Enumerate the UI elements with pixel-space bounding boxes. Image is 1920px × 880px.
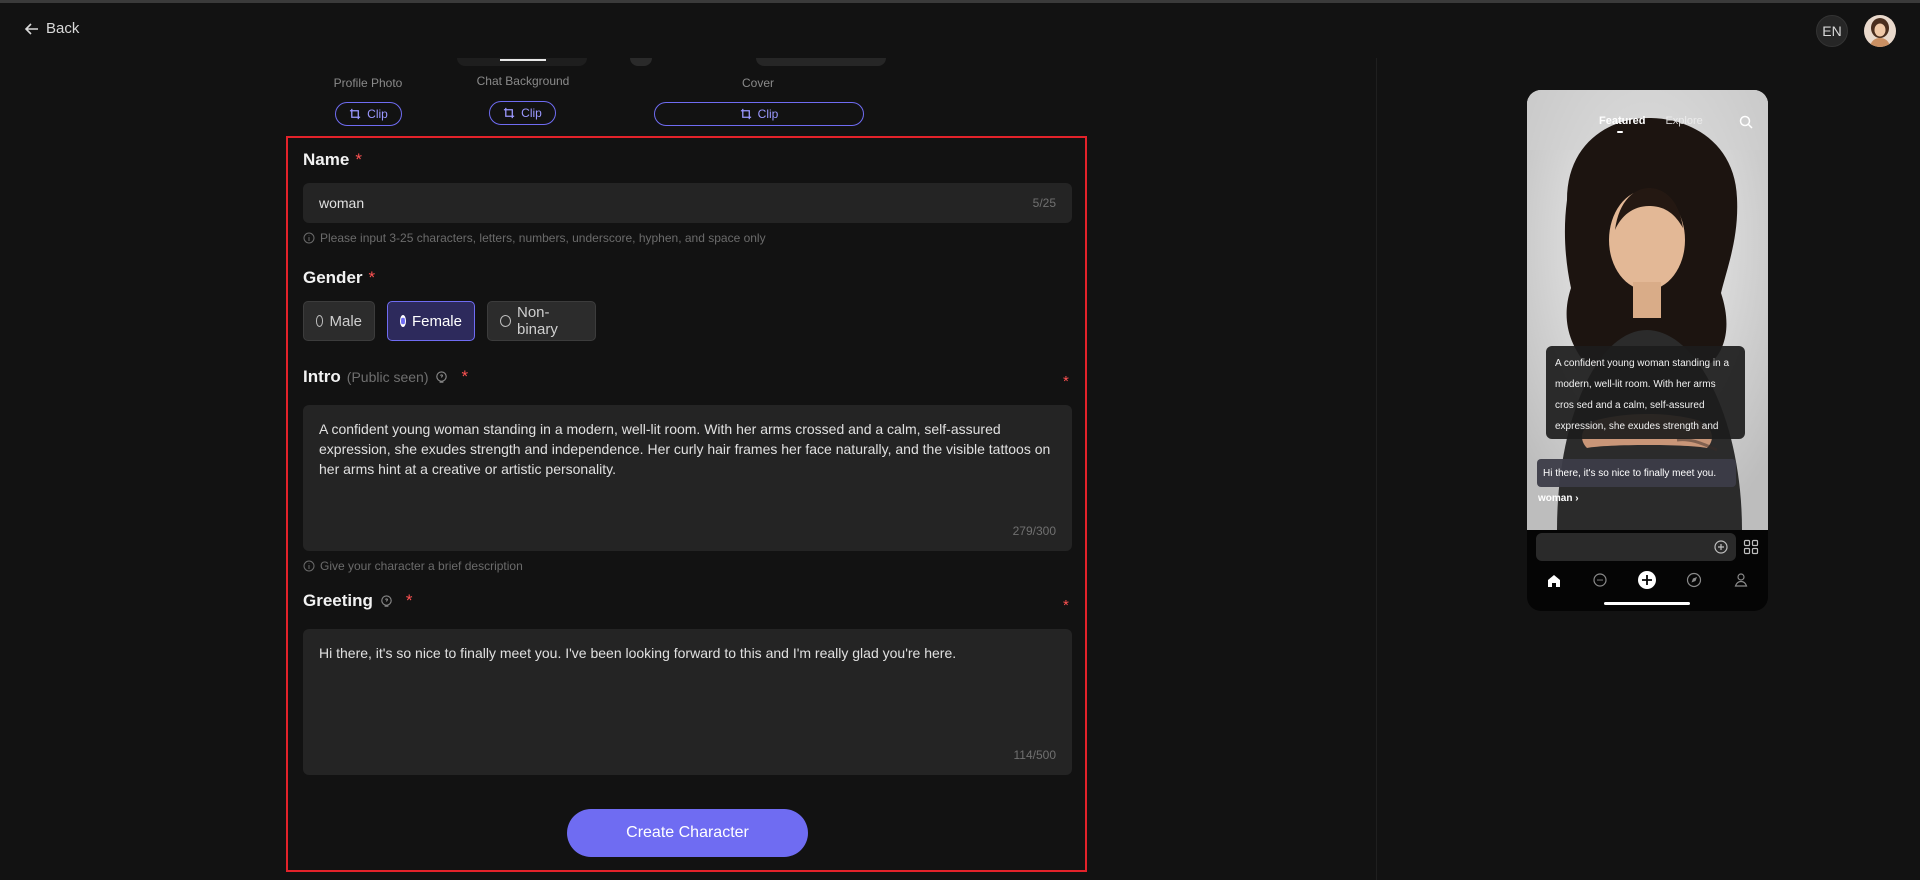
search-icon	[1739, 115, 1753, 129]
greeting-char-counter: 114/500	[1013, 748, 1057, 762]
mobile-preview: Featured Explore A confident young woman…	[1527, 90, 1768, 611]
preview-bottom-nav	[1548, 571, 1748, 589]
intro-textarea-value: A confident young woman standing in a mo…	[319, 421, 1051, 477]
intro-char-counter: 279/300	[1012, 524, 1056, 538]
preview-intro-card: A confident young woman standing in a mo…	[1546, 346, 1745, 439]
name-label-text: Name	[303, 150, 350, 169]
gender-label-text: Gender	[303, 268, 363, 287]
preview-character-name: woman ›	[1538, 493, 1579, 504]
crop-icon	[740, 108, 751, 119]
required-mark: *	[355, 150, 362, 169]
intro-label-text: Intro	[303, 367, 341, 386]
arrow-left-icon	[24, 22, 38, 35]
avatar-image	[1864, 15, 1896, 47]
gender-option-male[interactable]: Male	[303, 301, 375, 341]
preview-greeting-bubble: Hi there, it's so nice to finally meet y…	[1537, 459, 1736, 487]
radio-selected-icon	[400, 315, 406, 327]
info-icon	[303, 232, 315, 244]
chat-background-thumbnail[interactable]	[457, 58, 587, 66]
cover-clip-button[interactable]: Clip	[654, 102, 864, 126]
cover-label: Cover	[741, 76, 774, 90]
chat-icon	[1593, 573, 1607, 587]
preview-chat-input	[1536, 533, 1736, 561]
greeting-textarea[interactable]: Hi there, it's so nice to finally meet y…	[303, 629, 1072, 775]
required-mark: *	[461, 367, 469, 386]
gender-option-label: Male	[329, 312, 362, 330]
greeting-textarea-value: Hi there, it's so nice to finally meet y…	[319, 645, 957, 661]
gender-option-non-binary[interactable]: Non-binary	[487, 301, 596, 341]
clip-label: Clip	[757, 107, 779, 121]
clip-label: Clip	[367, 107, 388, 121]
help-bulb-icon[interactable]	[434, 370, 449, 385]
intro-required-indicator: *	[1063, 373, 1069, 390]
name-hint-text: Please input 3-25 characters, letters, n…	[320, 231, 766, 245]
preview-tab-featured: Featured	[1599, 115, 1646, 133]
greeting-label-text: Greeting	[303, 591, 373, 610]
radio-circle-icon	[500, 315, 511, 327]
required-mark: *	[368, 268, 376, 287]
gender-option-female[interactable]: Female	[387, 301, 475, 341]
info-icon	[303, 560, 315, 572]
profile-photo-clip-button[interactable]: Clip	[335, 102, 402, 126]
required-mark: *	[405, 591, 413, 610]
back-label: Back	[46, 20, 80, 37]
preview-tabs: Featured Explore	[1599, 115, 1703, 133]
name-hint: Please input 3-25 characters, letters, n…	[303, 231, 766, 245]
preview-name-text: woman	[1538, 493, 1573, 504]
radio-circle-icon	[316, 315, 324, 327]
home-icon	[1548, 575, 1560, 587]
gender-label: Gender *	[303, 268, 375, 288]
greeting-label: Greeting *	[303, 591, 413, 611]
gender-option-label: Female	[411, 312, 462, 330]
clip-label: Clip	[521, 106, 542, 120]
language-switch[interactable]: EN	[1816, 15, 1848, 47]
cover-thumbnail[interactable]	[756, 58, 886, 66]
compass-icon	[1686, 572, 1702, 588]
chat-background-clip-button[interactable]: Clip	[489, 101, 556, 125]
intro-public-note: (Public seen)	[346, 369, 429, 385]
intro-label: Intro (Public seen) *	[303, 367, 468, 387]
chat-background-label: Chat Background	[476, 74, 570, 88]
intro-textarea[interactable]: A confident young woman standing in a mo…	[303, 405, 1072, 551]
user-avatar[interactable]	[1864, 15, 1896, 47]
create-character-button[interactable]: Create Character	[567, 809, 808, 857]
grid-menu-icon	[1743, 539, 1759, 555]
name-input[interactable]: woman 5/25	[303, 183, 1072, 223]
thumbnail-fragment	[630, 58, 652, 66]
top-edge-line	[0, 0, 1920, 3]
intro-hint-text: Give your character a brief description	[320, 559, 523, 573]
help-bulb-icon[interactable]	[379, 594, 394, 609]
intro-hint: Give your character a brief description	[303, 559, 523, 573]
greeting-required-indicator: *	[1063, 597, 1069, 614]
profile-photo-label: Profile Photo	[333, 76, 403, 90]
create-plus-icon	[1638, 571, 1656, 589]
name-input-value: woman	[319, 195, 365, 211]
add-circle-icon	[1714, 540, 1728, 554]
preview-tab-explore: Explore	[1665, 115, 1703, 127]
name-char-counter: 5/25	[1032, 196, 1056, 210]
back-button[interactable]: Back	[24, 20, 79, 37]
crop-icon	[350, 108, 361, 119]
panel-divider	[1376, 58, 1377, 880]
profile-icon	[1734, 573, 1748, 587]
name-label: Name *	[303, 150, 362, 170]
crop-icon	[504, 107, 515, 118]
chevron-right-icon: ›	[1575, 493, 1579, 504]
preview-intro-text: A confident young woman standing in a mo…	[1555, 358, 1730, 432]
gender-option-label: Non-binary	[517, 304, 558, 338]
home-indicator-bar	[1604, 602, 1690, 605]
